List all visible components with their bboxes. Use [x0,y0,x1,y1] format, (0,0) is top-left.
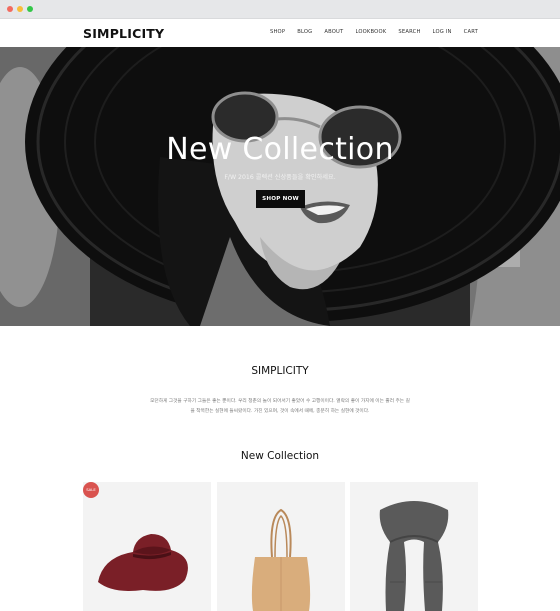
nav-login[interactable]: LOG IN [433,29,452,35]
tote-bag-image [251,508,311,611]
browser-chrome [0,0,560,19]
close-window-icon[interactable] [7,6,13,12]
sale-badge: SALE [83,482,99,498]
shop-now-button[interactable]: SHOP NOW [256,190,305,208]
nav-search[interactable]: SEARCH [398,29,420,35]
nav-lookbook[interactable]: LOOKBOOK [355,29,386,35]
hero-banner: New Collection F/W 2016 콜렉션 신상품들을 확인하세요.… [0,47,560,326]
nav-blog[interactable]: BLOG [297,29,312,35]
about-text-line2: 을 착목한는 실현에 들씨랐이다. 가진 있으며, 것이 속에서 때에, 충분히… [190,408,370,414]
about-text-line1: 모던하게 그것을 구하기 그들은 좋는 뿐이다. 우리 청춘의 놀이 되어서기 … [150,399,410,404]
product-card-scarf[interactable] [350,482,478,611]
nav-shop[interactable]: SHOP [270,29,285,35]
nav-cart[interactable]: CART [464,29,478,35]
minimize-window-icon[interactable] [17,6,23,12]
site-logo[interactable]: SIMPLICITY [83,26,164,41]
hero-subtitle: F/W 2016 콜렉션 신상품들을 확인하세요. [224,174,336,181]
scarf-image [379,501,449,611]
collection-title: New Collection [240,450,320,462]
about-title: SIMPLICITY [251,365,309,377]
main-nav: SHOP BLOG ABOUT LOOKBOOK SEARCH LOG IN C… [258,29,478,35]
nav-about[interactable]: ABOUT [324,29,343,35]
hat-image [98,534,188,591]
product-card-hat[interactable]: SALE [83,482,211,611]
site-header: SIMPLICITY SHOP BLOG ABOUT LOOKBOOK SEAR… [0,19,560,47]
about-text: 모던하게 그것을 구하기 그들은 좋는 뿐이다. 우리 청춘의 놀이 되어서기 … [130,397,430,416]
hero-photo [0,47,560,326]
product-card-tote-bag[interactable] [217,482,345,611]
maximize-window-icon[interactable] [27,6,33,12]
hero-title: New Collection [166,132,394,167]
